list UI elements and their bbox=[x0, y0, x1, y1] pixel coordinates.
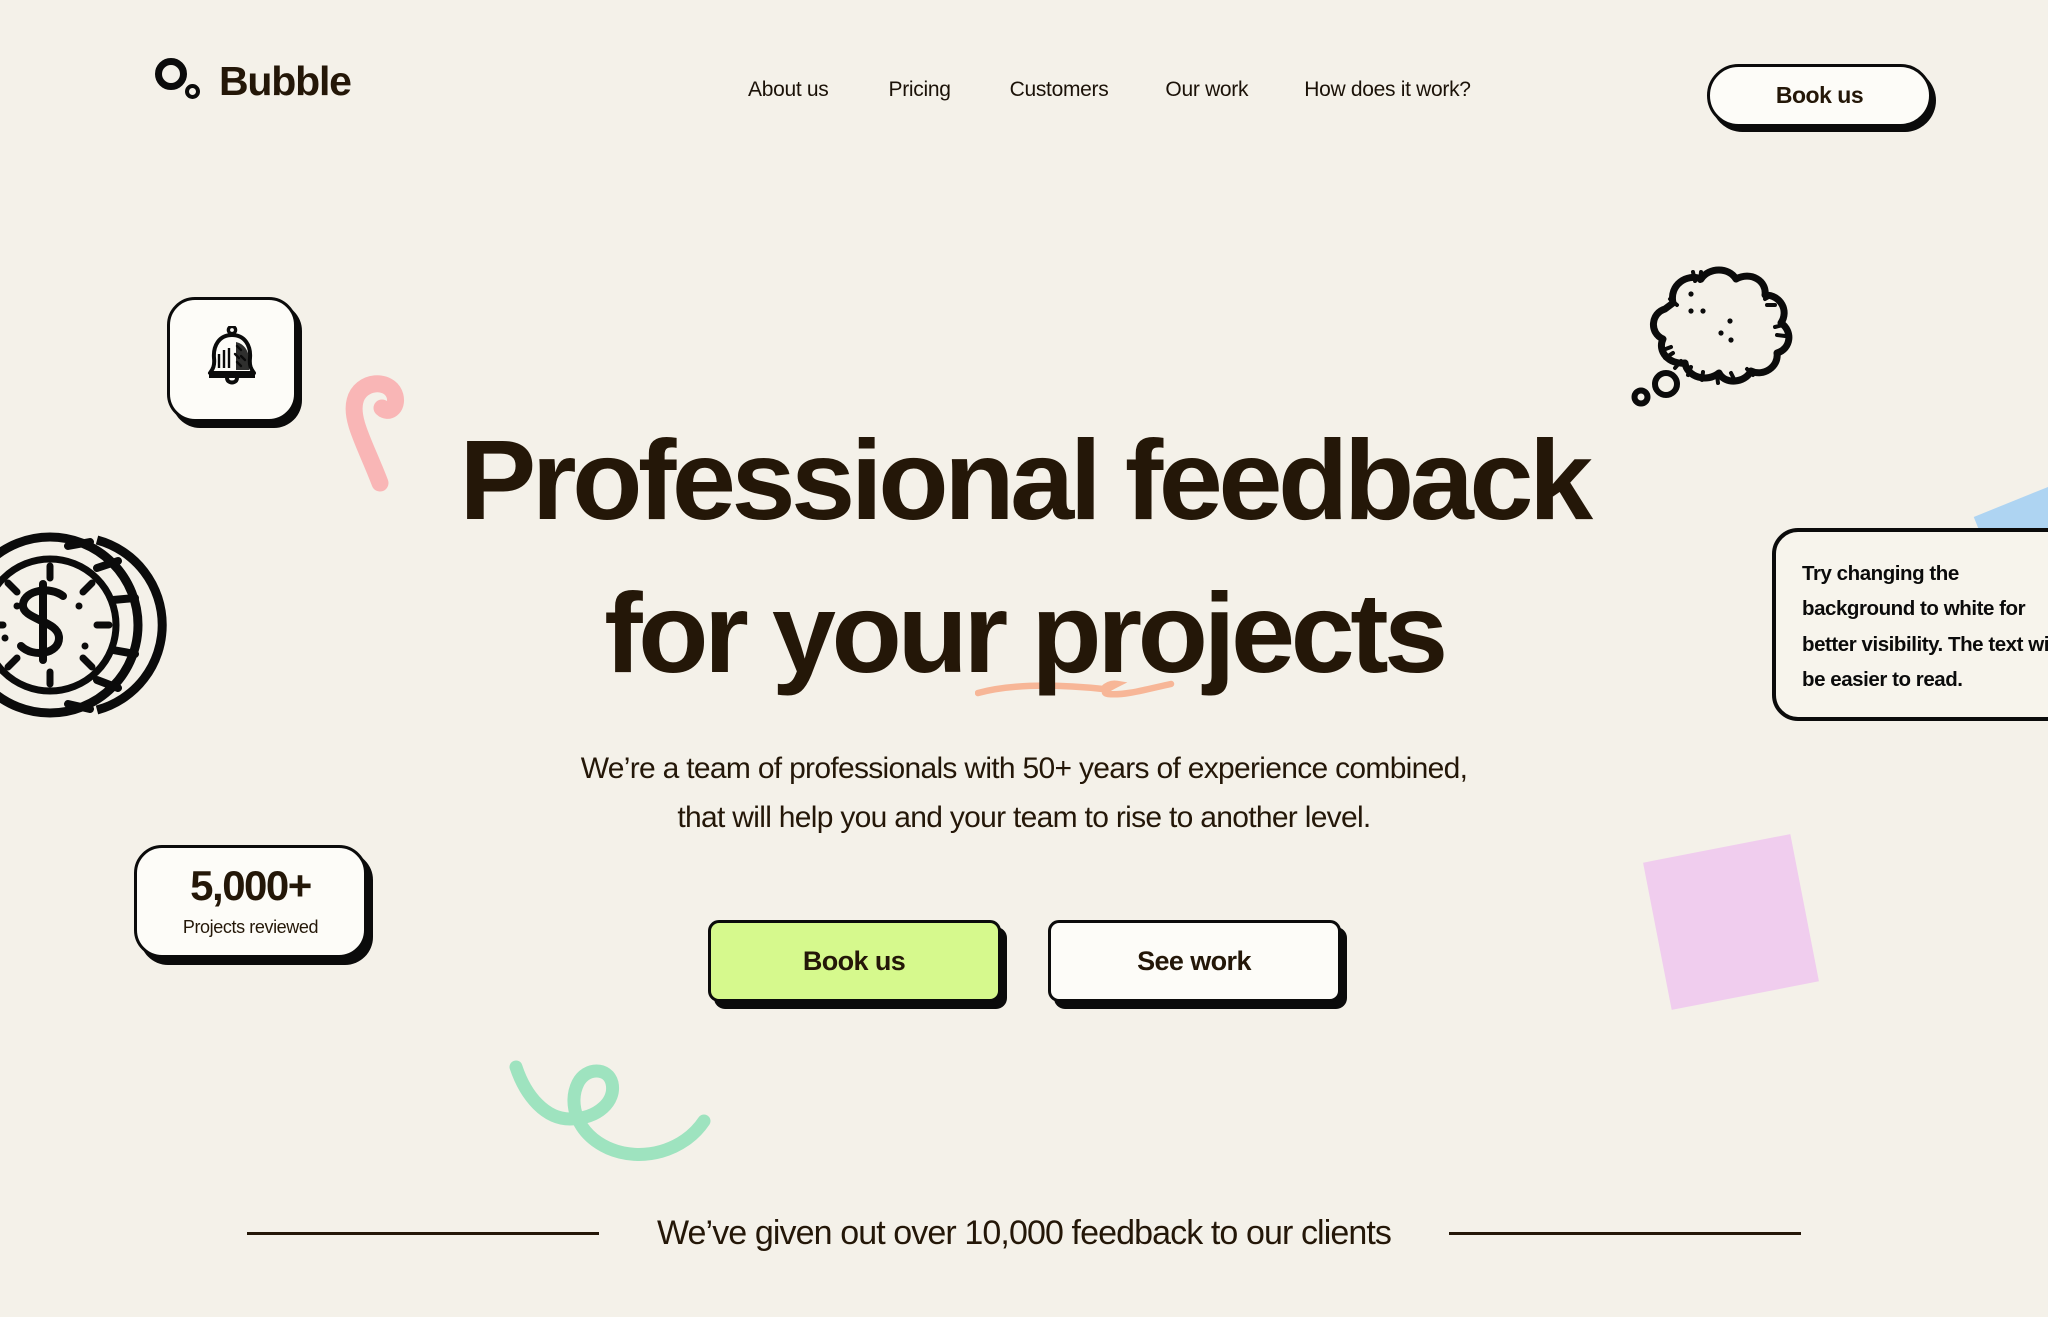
divider-left bbox=[246, 1232, 599, 1235]
divider-right bbox=[1449, 1232, 1802, 1235]
stat-value: 5,000+ bbox=[190, 862, 312, 909]
bubble-circles-icon bbox=[155, 56, 205, 106]
subtitle-line-2: that will help you and your team to rise… bbox=[677, 800, 1371, 834]
brand-logo[interactable]: Bubble bbox=[155, 56, 352, 106]
headline-line-2: for your projects bbox=[604, 569, 1448, 696]
stat-label: Projects reviewed bbox=[182, 917, 319, 937]
primary-nav: About us Pricing Customers Our work How … bbox=[748, 78, 1471, 102]
nav-item-about-us[interactable]: About us bbox=[748, 78, 829, 102]
tooltip-callout: Try changing the background to white for… bbox=[1772, 528, 2048, 721]
see-work-button[interactable]: See work bbox=[1047, 920, 1341, 1002]
thought-bubble-icon bbox=[1625, 265, 1805, 420]
header-book-us-button[interactable]: Book us bbox=[1707, 64, 1932, 127]
nav-item-customers[interactable]: Customers bbox=[1010, 78, 1109, 102]
green-loop-squiggle bbox=[508, 1053, 738, 1178]
bell-icon bbox=[203, 324, 261, 393]
headline-line-1: Professional feedback bbox=[459, 417, 1593, 543]
page-title: Professional feedback for your projects bbox=[0, 416, 2048, 699]
nav-item-how-does-it-work[interactable]: How does it work? bbox=[1304, 78, 1471, 102]
nav-item-our-work[interactable]: Our work bbox=[1165, 78, 1248, 102]
page-root: Bubble About us Pricing Customers Our wo… bbox=[0, 0, 2048, 1317]
stat-card-projects-reviewed: 5,000+ Projects reviewed bbox=[134, 845, 367, 958]
book-us-button[interactable]: Book us bbox=[707, 920, 1001, 1002]
tooltip-callout-text: Try changing the background to white for… bbox=[1802, 562, 2048, 691]
subtitle-line-1: We’re a team of professionals with 50+ y… bbox=[580, 752, 1468, 785]
footer-tagline: We’ve given out over 10,000 feedback to … bbox=[656, 1214, 1392, 1252]
site-header: Bubble About us Pricing Customers Our wo… bbox=[0, 0, 2048, 150]
hero-subtitle: We’re a team of professionals with 50+ y… bbox=[0, 745, 2048, 842]
nav-item-pricing[interactable]: Pricing bbox=[889, 78, 951, 102]
bell-notification-card[interactable] bbox=[167, 297, 297, 422]
footer-strip: We’ve given out over 10,000 feedback to … bbox=[0, 1214, 2048, 1253]
brand-name: Bubble bbox=[219, 57, 352, 104]
